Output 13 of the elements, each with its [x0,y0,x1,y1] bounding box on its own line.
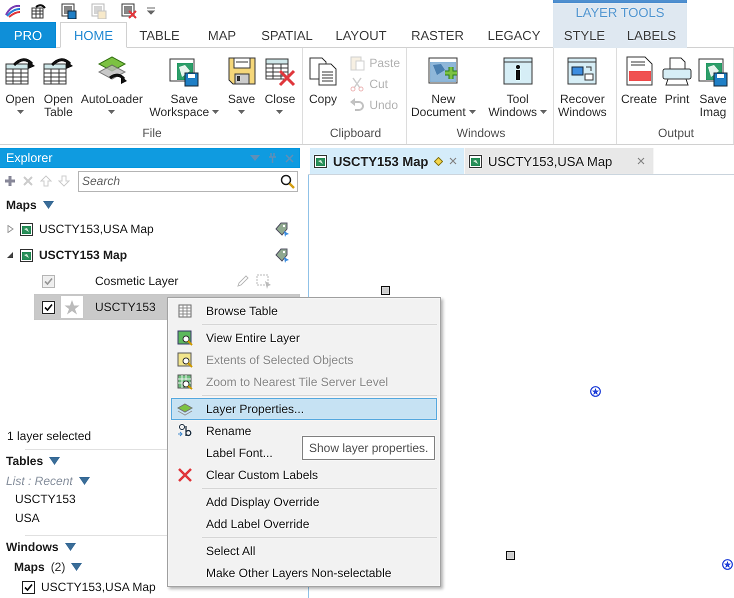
tooltip: Show layer properties. [302,436,436,460]
group-label: Windows [456,126,506,142]
subsection-heading: Maps [14,560,45,574]
group-label: Clipboard [330,126,382,142]
section-heading: Windows [6,540,59,554]
section-heading: Maps [6,198,37,212]
panel-title: Explorer [6,151,54,165]
section-heading: Tables [6,454,44,468]
count-label: (2) [50,560,66,574]
group-label: Output [658,126,694,142]
group-label: File [142,126,162,142]
contextual-group-title: LAYER TOOLS [576,5,664,20]
status-text: 1 layer selected [7,429,92,445]
